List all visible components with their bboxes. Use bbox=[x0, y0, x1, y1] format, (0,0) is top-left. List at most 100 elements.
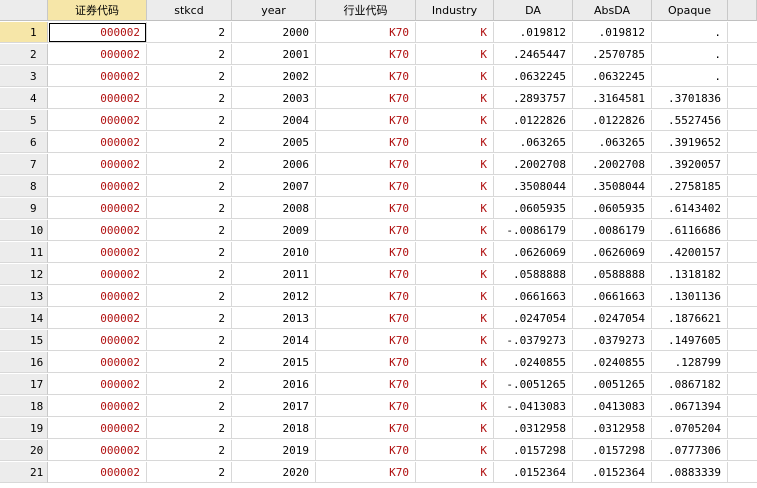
cell-da[interactable]: -.0379273 bbox=[494, 330, 573, 351]
cell-da[interactable]: .2002708 bbox=[494, 154, 573, 175]
cell-opaque[interactable]: . bbox=[652, 22, 728, 43]
row-number[interactable]: 8 bbox=[0, 176, 48, 197]
cell-industry-code[interactable]: K70 bbox=[316, 374, 416, 395]
row-number[interactable]: 7 bbox=[0, 154, 48, 175]
row-number[interactable]: 19 bbox=[0, 418, 48, 439]
cell-stkcd[interactable]: 2 bbox=[147, 110, 232, 131]
column-header-da[interactable]: DA bbox=[494, 0, 573, 21]
cell-opaque[interactable]: .6116686 bbox=[652, 220, 728, 241]
cell-year[interactable]: 2018 bbox=[232, 418, 316, 439]
row-number[interactable]: 12 bbox=[0, 264, 48, 285]
cell-year[interactable]: 2019 bbox=[232, 440, 316, 461]
row-number[interactable]: 4 bbox=[0, 88, 48, 109]
cell-year[interactable]: 2007 bbox=[232, 176, 316, 197]
cell-year[interactable]: 2020 bbox=[232, 462, 316, 483]
cell-industry-code[interactable]: K70 bbox=[316, 330, 416, 351]
cell-absda[interactable]: .0157298 bbox=[573, 440, 652, 461]
cell-industry-code[interactable]: K70 bbox=[316, 286, 416, 307]
cell-year[interactable]: 2010 bbox=[232, 242, 316, 263]
cell-stkcd[interactable]: 2 bbox=[147, 418, 232, 439]
cell-absda[interactable]: .2002708 bbox=[573, 154, 652, 175]
cell-absda[interactable]: .3508044 bbox=[573, 176, 652, 197]
cell-year[interactable]: 2017 bbox=[232, 396, 316, 417]
cell-absda[interactable]: .0312958 bbox=[573, 418, 652, 439]
cell-year[interactable]: 2000 bbox=[232, 22, 316, 43]
cell-industry-code[interactable]: K70 bbox=[316, 308, 416, 329]
column-header-stkcd[interactable]: stkcd bbox=[147, 0, 232, 21]
cell-da[interactable]: .063265 bbox=[494, 132, 573, 153]
cell-code[interactable]: 000002 bbox=[48, 110, 147, 131]
column-header-industry-code[interactable]: 行业代码 bbox=[316, 0, 416, 21]
cell-industry[interactable]: K bbox=[416, 132, 494, 153]
cell-industry[interactable]: K bbox=[416, 154, 494, 175]
cell-year[interactable]: 2005 bbox=[232, 132, 316, 153]
cell-industry[interactable]: K bbox=[416, 352, 494, 373]
cell-year[interactable]: 2012 bbox=[232, 286, 316, 307]
cell-stkcd[interactable]: 2 bbox=[147, 330, 232, 351]
cell-opaque[interactable]: . bbox=[652, 44, 728, 65]
cell-industry[interactable]: K bbox=[416, 22, 494, 43]
cell-absda[interactable]: .0122826 bbox=[573, 110, 652, 131]
cell-year[interactable]: 2013 bbox=[232, 308, 316, 329]
cell-da[interactable]: .0312958 bbox=[494, 418, 573, 439]
row-number[interactable]: 14 bbox=[0, 308, 48, 329]
cell-industry[interactable]: K bbox=[416, 418, 494, 439]
cell-industry[interactable]: K bbox=[416, 44, 494, 65]
cell-industry-code[interactable]: K70 bbox=[316, 154, 416, 175]
cell-stkcd[interactable]: 2 bbox=[147, 220, 232, 241]
cell-industry-code[interactable]: K70 bbox=[316, 44, 416, 65]
cell-industry-code[interactable]: K70 bbox=[316, 110, 416, 131]
cell-industry[interactable]: K bbox=[416, 440, 494, 461]
row-number[interactable]: 6 bbox=[0, 132, 48, 153]
cell-absda[interactable]: .0661663 bbox=[573, 286, 652, 307]
cell-code[interactable]: 000002 bbox=[48, 308, 147, 329]
cell-opaque[interactable]: .2758185 bbox=[652, 176, 728, 197]
cell-industry-code[interactable]: K70 bbox=[316, 440, 416, 461]
cell-industry-code[interactable]: K70 bbox=[316, 132, 416, 153]
row-number[interactable]: 2 bbox=[0, 44, 48, 65]
cell-code[interactable]: 000002 bbox=[48, 440, 147, 461]
cell-stkcd[interactable]: 2 bbox=[147, 396, 232, 417]
corner-header[interactable] bbox=[0, 0, 48, 21]
row-number[interactable]: 21 bbox=[0, 462, 48, 483]
cell-code[interactable]: 000002 bbox=[48, 242, 147, 263]
cell-stkcd[interactable]: 2 bbox=[147, 462, 232, 483]
cell-da[interactable]: .0240855 bbox=[494, 352, 573, 373]
cell-stkcd[interactable]: 2 bbox=[147, 352, 232, 373]
cell-absda[interactable]: .019812 bbox=[573, 22, 652, 43]
cell-opaque[interactable]: .128799 bbox=[652, 352, 728, 373]
cell-opaque[interactable]: .1301136 bbox=[652, 286, 728, 307]
cell-da[interactable]: .0247054 bbox=[494, 308, 573, 329]
cell-industry[interactable]: K bbox=[416, 286, 494, 307]
cell-industry[interactable]: K bbox=[416, 374, 494, 395]
cell-year[interactable]: 2006 bbox=[232, 154, 316, 175]
cell-da[interactable]: .0152364 bbox=[494, 462, 573, 483]
cell-stkcd[interactable]: 2 bbox=[147, 88, 232, 109]
column-header-industry[interactable]: Industry bbox=[416, 0, 494, 21]
cell-industry[interactable]: K bbox=[416, 308, 494, 329]
row-number[interactable]: 17 bbox=[0, 374, 48, 395]
cell-code[interactable]: 000002 bbox=[48, 66, 147, 87]
column-header-absda[interactable]: AbsDA bbox=[573, 0, 652, 21]
cell-industry-code[interactable]: K70 bbox=[316, 198, 416, 219]
cell-da[interactable]: .0605935 bbox=[494, 198, 573, 219]
cell-opaque[interactable]: .5527456 bbox=[652, 110, 728, 131]
cell-da[interactable]: .3508044 bbox=[494, 176, 573, 197]
cell-opaque[interactable]: . bbox=[652, 66, 728, 87]
cell-absda[interactable]: .2570785 bbox=[573, 44, 652, 65]
cell-absda[interactable]: .0413083 bbox=[573, 396, 652, 417]
cell-stkcd[interactable]: 2 bbox=[147, 154, 232, 175]
cell-year[interactable]: 2008 bbox=[232, 198, 316, 219]
cell-year[interactable]: 2004 bbox=[232, 110, 316, 131]
cell-stkcd[interactable]: 2 bbox=[147, 374, 232, 395]
row-number[interactable]: 10 bbox=[0, 220, 48, 241]
column-header-opaque[interactable]: Opaque bbox=[652, 0, 728, 21]
cell-stkcd[interactable]: 2 bbox=[147, 286, 232, 307]
cell-industry[interactable]: K bbox=[416, 220, 494, 241]
cell-year[interactable]: 2009 bbox=[232, 220, 316, 241]
cell-absda[interactable]: .0086179 bbox=[573, 220, 652, 241]
cell-absda[interactable]: .0240855 bbox=[573, 352, 652, 373]
cell-da[interactable]: -.0086179 bbox=[494, 220, 573, 241]
cell-code[interactable]: 000002 bbox=[48, 286, 147, 307]
cell-absda[interactable]: .0605935 bbox=[573, 198, 652, 219]
